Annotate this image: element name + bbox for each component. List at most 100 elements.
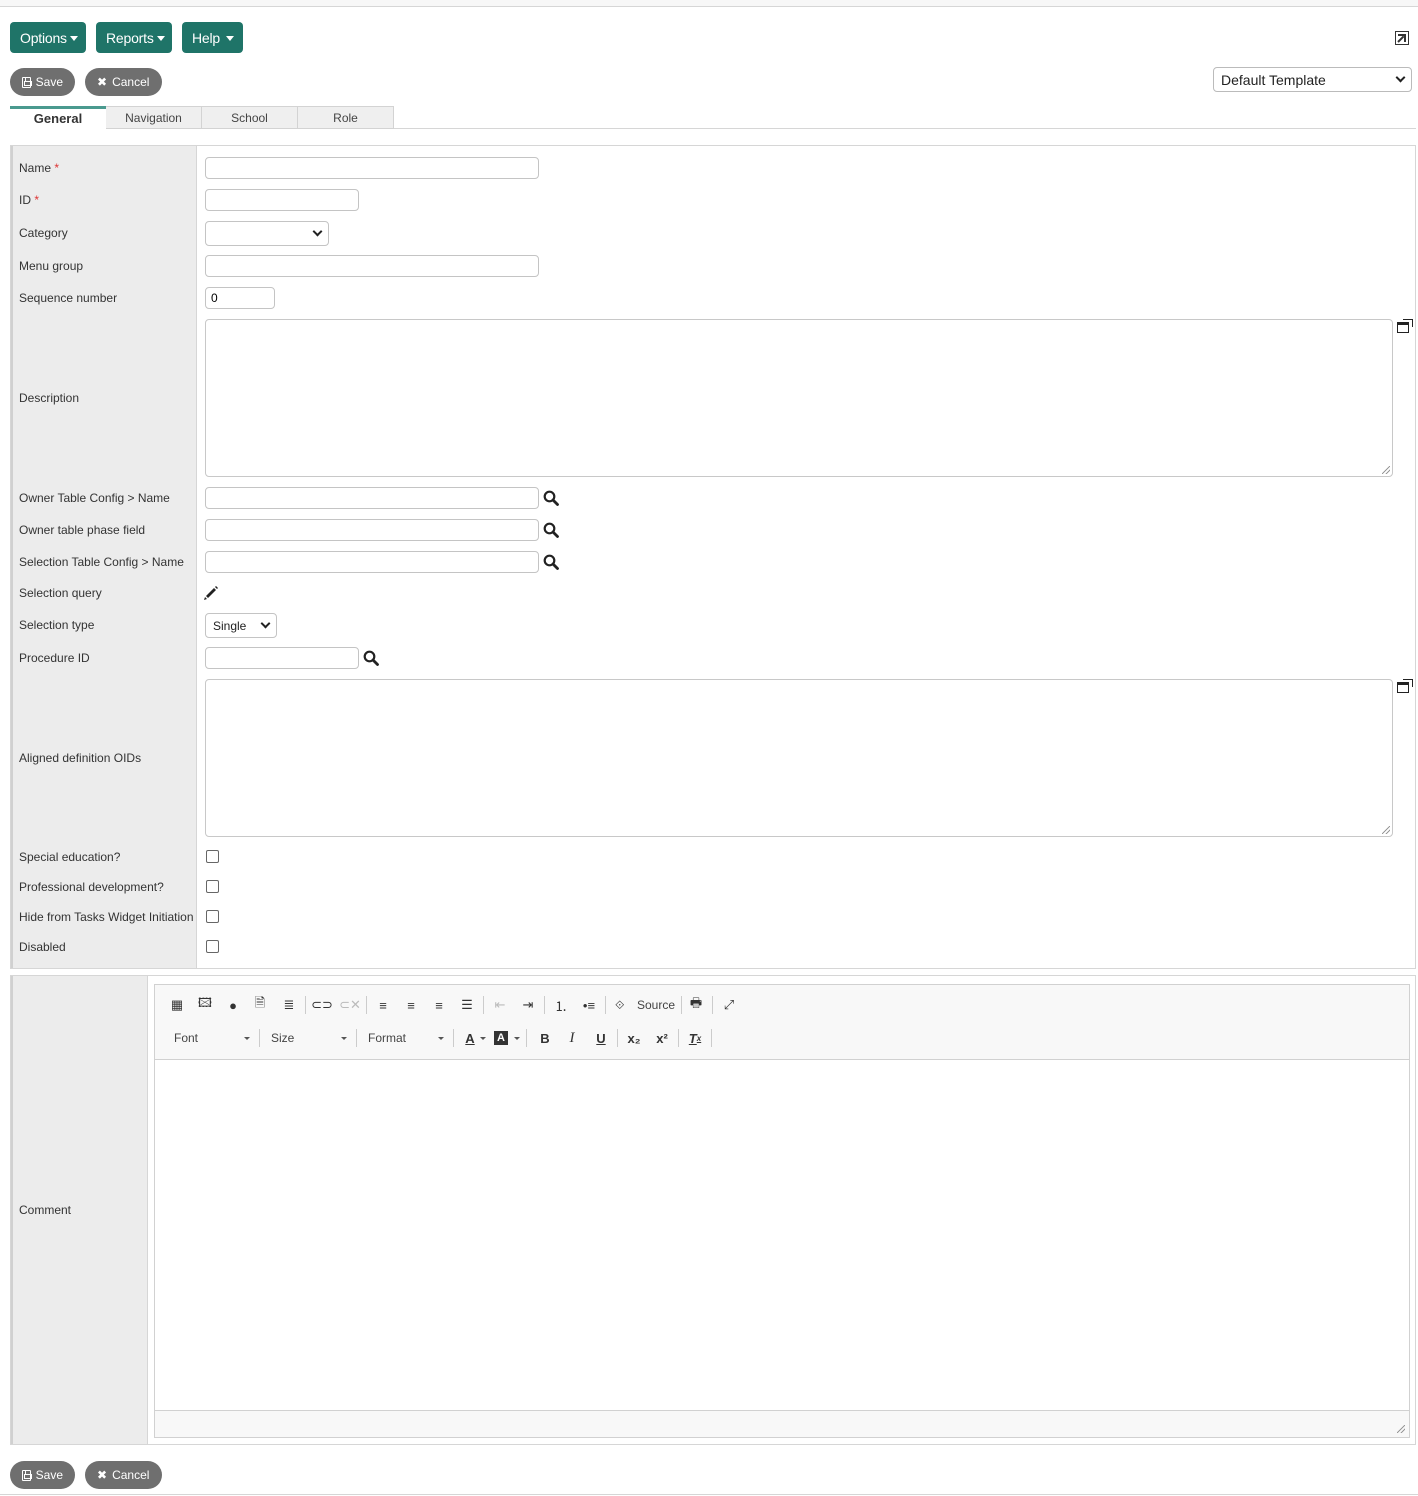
toolbar-separator xyxy=(483,996,484,1014)
caret-down-icon xyxy=(438,1036,444,1040)
indent-icon[interactable]: ⇥ xyxy=(518,995,538,1015)
unlink-icon[interactable]: ⊂✕ xyxy=(339,995,361,1015)
tab-navigation-label: Navigation xyxy=(125,110,182,125)
caret-down-icon xyxy=(480,1037,486,1040)
text-color-icon[interactable]: A xyxy=(460,1028,480,1048)
id-input[interactable] xyxy=(205,189,359,211)
cancel-label: Cancel xyxy=(112,75,150,89)
page-icon[interactable]: 🗎 xyxy=(250,995,270,1015)
remove-format-icon[interactable]: Tx xyxy=(685,1028,705,1048)
link-icon[interactable]: ⊂⊃ xyxy=(311,995,333,1015)
source-button[interactable]: ⟐ Source xyxy=(615,995,675,1015)
font-combo[interactable]: Font xyxy=(174,1028,250,1048)
close-icon: ✖ xyxy=(97,1468,108,1482)
search-icon[interactable] xyxy=(543,522,559,538)
outdent-icon[interactable]: ⇤ xyxy=(490,995,510,1015)
caret-down-icon xyxy=(226,36,234,41)
superscript-icon[interactable]: x² xyxy=(652,1028,672,1048)
category-select[interactable] xyxy=(205,221,329,246)
procedure-id-label: Procedure ID xyxy=(19,651,90,665)
save-button-bottom[interactable]: Save xyxy=(10,1461,75,1489)
italic-icon[interactable]: I xyxy=(562,1028,582,1048)
flash-icon[interactable]: ● xyxy=(223,995,243,1015)
required-marker: * xyxy=(54,161,60,175)
font-combo-label: Font xyxy=(174,1031,199,1045)
owner-table-config-label: Owner Table Config > Name xyxy=(19,491,170,505)
print-icon[interactable]: 🖶 xyxy=(686,995,706,1015)
align-center-icon[interactable]: ≡ xyxy=(401,995,421,1015)
editor-status-bar xyxy=(155,1410,1409,1437)
maximize-icon[interactable] xyxy=(1397,319,1413,333)
reports-menu-label: Reports xyxy=(106,29,154,46)
template-select-value: Default Template xyxy=(1221,71,1326,88)
save-label: Save xyxy=(35,1468,63,1482)
disabled-checkbox[interactable] xyxy=(206,940,219,953)
professional-development-checkbox[interactable] xyxy=(206,880,219,893)
selection-table-config-label: Selection Table Config > Name xyxy=(19,555,184,569)
sequence-number-input[interactable]: 0 xyxy=(205,287,275,309)
resize-grip-icon[interactable] xyxy=(1382,466,1390,474)
chevron-down-icon xyxy=(312,226,323,237)
editor-content-area[interactable] xyxy=(155,1061,1409,1411)
size-combo-label: Size xyxy=(271,1031,295,1045)
align-left-icon[interactable]: ≡ xyxy=(373,995,393,1015)
tab-school[interactable]: School xyxy=(202,106,298,129)
horizontal-rule-icon[interactable]: ≣ xyxy=(279,995,299,1015)
procedure-id-input[interactable] xyxy=(205,647,359,669)
form-label-column: Name * ID * Category Menu group Sequence… xyxy=(11,146,197,968)
underline-icon[interactable]: U xyxy=(591,1028,611,1048)
save-button-top[interactable]: Save xyxy=(10,68,75,96)
reports-menu-button[interactable]: Reports xyxy=(96,22,172,53)
search-icon[interactable] xyxy=(363,650,379,666)
tab-role[interactable]: Role xyxy=(298,106,394,129)
size-combo[interactable]: Size xyxy=(271,1028,347,1048)
selection-type-select[interactable]: Single xyxy=(205,613,277,638)
image-icon[interactable]: 🖾 xyxy=(195,995,215,1015)
help-menu-button[interactable]: Help xyxy=(182,22,243,53)
selection-table-config-input[interactable] xyxy=(205,551,539,573)
name-input[interactable] xyxy=(205,157,539,179)
options-menu-label: Options xyxy=(20,29,67,46)
resize-grip-icon[interactable] xyxy=(1397,1425,1405,1433)
bulleted-list-icon[interactable]: •≡ xyxy=(579,995,599,1015)
owner-table-config-input[interactable] xyxy=(205,487,539,509)
tab-general[interactable]: General xyxy=(10,106,106,130)
special-education-checkbox[interactable] xyxy=(206,850,219,863)
bold-icon[interactable]: B xyxy=(535,1028,555,1048)
cancel-button-bottom[interactable]: ✖ Cancel xyxy=(85,1461,162,1489)
search-icon[interactable] xyxy=(543,490,559,506)
selection-type-label: Selection type xyxy=(19,618,95,632)
pencil-icon[interactable] xyxy=(203,585,219,601)
format-combo[interactable]: Format xyxy=(368,1028,444,1048)
description-textarea[interactable] xyxy=(205,319,1393,477)
template-select[interactable]: Default Template xyxy=(1213,67,1412,92)
source-label: Source xyxy=(636,998,675,1012)
subscript-icon[interactable]: x₂ xyxy=(624,1028,644,1048)
aligned-oids-textarea[interactable] xyxy=(205,679,1393,837)
toolbar-separator xyxy=(678,1029,679,1047)
hide-from-tasks-checkbox[interactable] xyxy=(206,910,219,923)
save-label: Save xyxy=(35,75,63,89)
toolbar-separator xyxy=(617,1029,618,1047)
save-icon xyxy=(22,76,32,88)
popout-icon[interactable] xyxy=(1395,31,1409,45)
table-icon[interactable]: ▦ xyxy=(167,995,187,1015)
resize-grip-icon[interactable] xyxy=(1382,826,1390,834)
chevron-down-icon xyxy=(260,618,271,629)
id-label: ID * xyxy=(19,193,40,207)
tab-navigation[interactable]: Navigation xyxy=(106,106,202,129)
numbered-list-icon[interactable]: ⒈ xyxy=(551,995,571,1015)
top-border xyxy=(0,0,1418,7)
align-right-icon[interactable]: ≡ xyxy=(429,995,449,1015)
cancel-button-top[interactable]: ✖ Cancel xyxy=(85,68,162,96)
background-color-icon[interactable]: A xyxy=(494,1031,508,1045)
options-menu-button[interactable]: Options xyxy=(10,22,86,53)
menu-group-input[interactable] xyxy=(205,255,539,277)
cancel-label: Cancel xyxy=(112,1468,150,1482)
search-icon[interactable] xyxy=(543,554,559,570)
maximize-icon[interactable] xyxy=(1397,679,1413,693)
owner-table-phase-input[interactable] xyxy=(205,519,539,541)
maximize-editor-icon[interactable]: ⤢ xyxy=(719,995,739,1015)
align-justify-icon[interactable]: ☰ xyxy=(457,995,477,1015)
caret-down-icon xyxy=(156,36,165,41)
